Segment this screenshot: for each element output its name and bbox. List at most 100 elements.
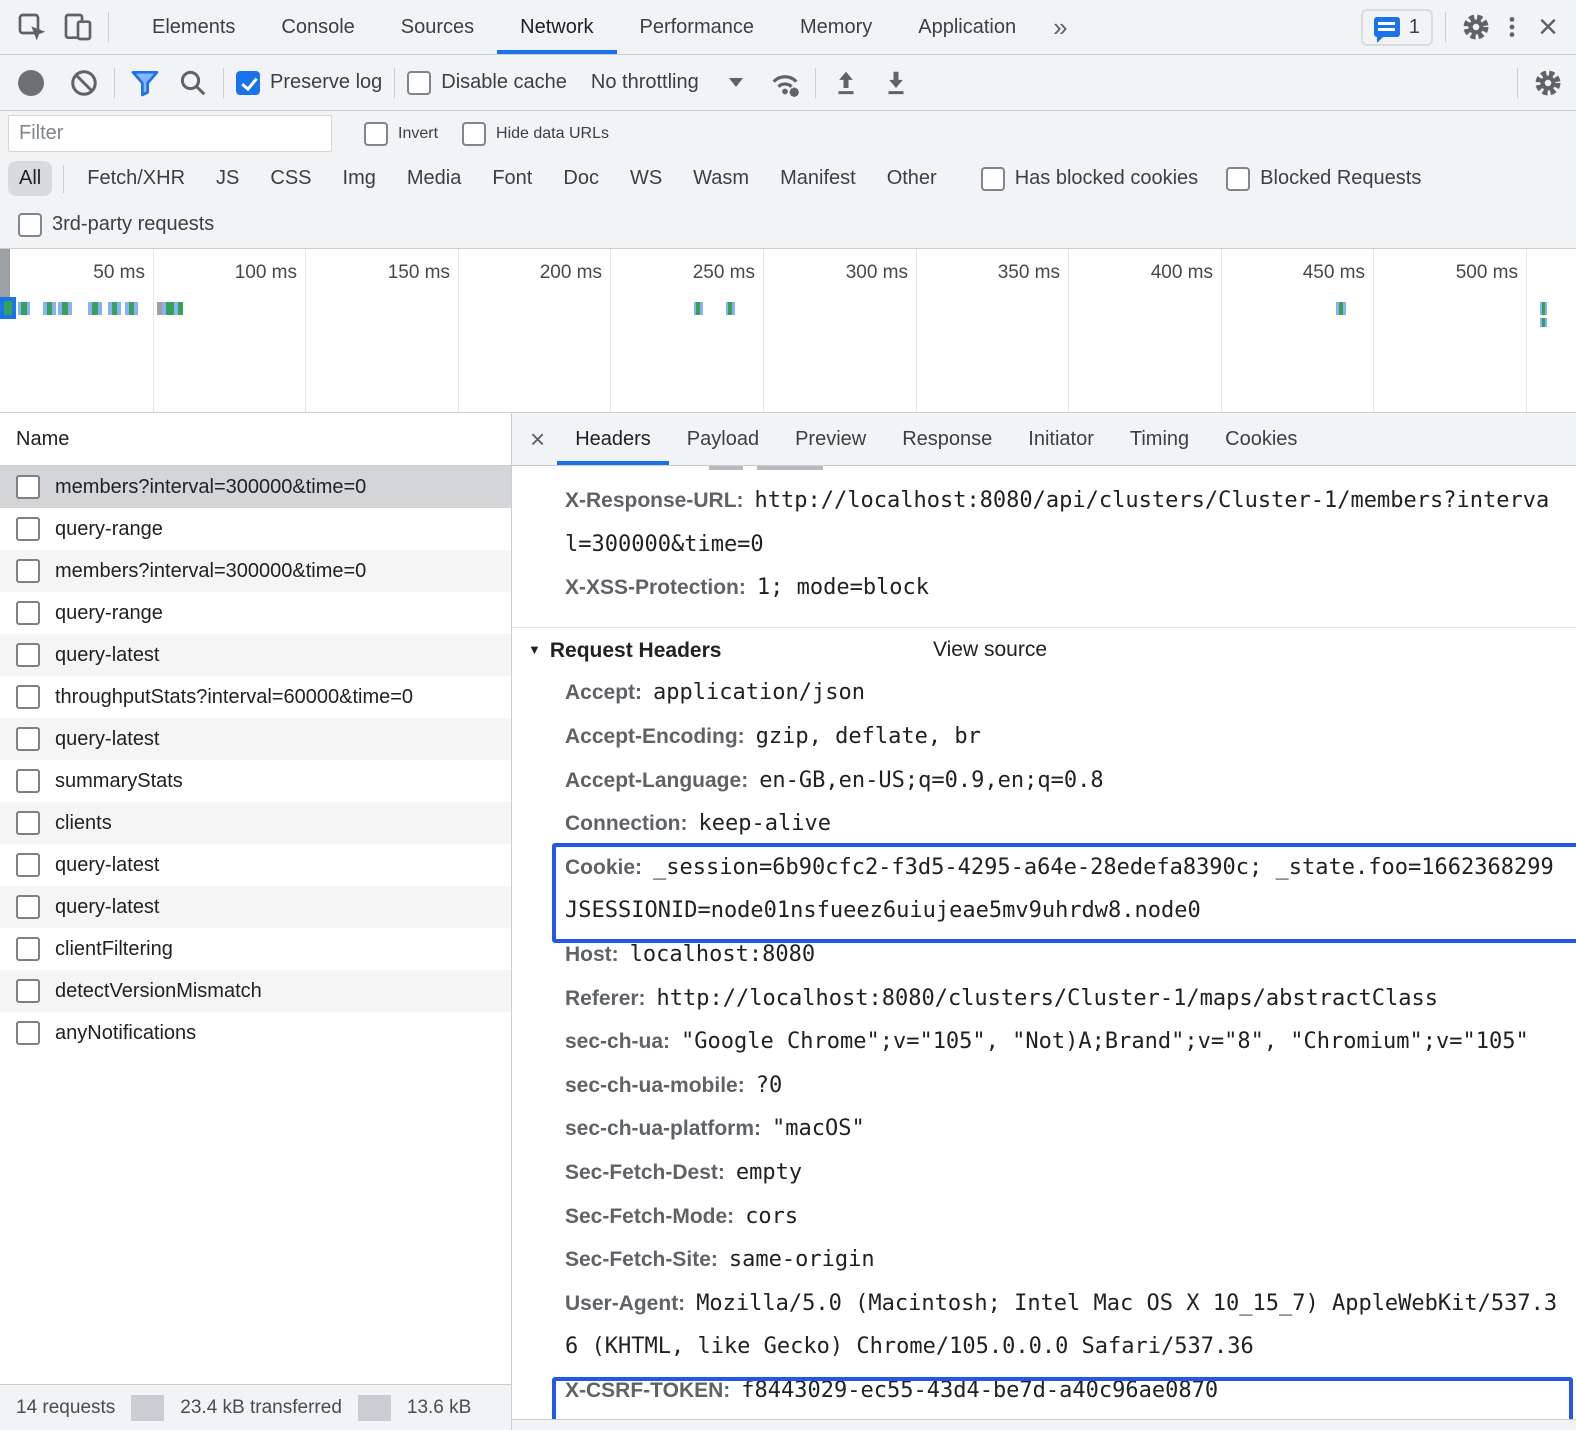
network-overview-timeline[interactable]: 50 ms100 ms150 ms200 ms250 ms300 ms350 m… [0, 249, 1576, 413]
request-checkbox[interactable] [16, 727, 40, 751]
timeline-gridline [1526, 249, 1527, 412]
request-checkbox[interactable] [16, 601, 40, 625]
details-tab-timing[interactable]: Timing [1112, 413, 1207, 465]
request-checkbox[interactable] [16, 475, 40, 499]
tab-elements[interactable]: Elements [129, 0, 258, 54]
request-checkbox[interactable] [16, 937, 40, 961]
inspect-element-icon[interactable] [14, 9, 50, 45]
hide-data-urls-checkbox[interactable] [462, 122, 486, 146]
close-devtools-icon[interactable]: × [1530, 9, 1566, 45]
request-checkbox[interactable] [16, 979, 40, 1003]
divider [63, 165, 64, 193]
request-checkbox[interactable] [16, 895, 40, 919]
devtools-window: ElementsConsoleSourcesNetworkPerformance… [0, 0, 1576, 1430]
type-filter-fetch-xhr[interactable]: Fetch/XHR [76, 161, 196, 196]
request-row[interactable]: throughputStats?interval=60000&time=0 [0, 676, 511, 718]
selected-request-mark [0, 297, 16, 319]
section-title[interactable]: Request Headers [550, 639, 722, 662]
network-settings-gear-icon[interactable] [1530, 65, 1566, 101]
tab-performance[interactable]: Performance [617, 0, 778, 54]
tab-memory[interactable]: Memory [777, 0, 895, 54]
device-toolbar-icon[interactable] [60, 9, 96, 45]
chevron-down-icon[interactable] [729, 78, 743, 87]
more-options-icon[interactable] [1494, 9, 1530, 45]
search-icon[interactable] [175, 65, 211, 101]
request-row[interactable]: query-latest [0, 718, 511, 760]
details-tab-payload[interactable]: Payload [669, 413, 777, 465]
header-line: X-XSS-Protection:1; mode=block [512, 566, 1576, 610]
request-row[interactable]: members?interval=300000&time=0 [0, 550, 511, 592]
details-tab-initiator[interactable]: Initiator [1010, 413, 1112, 465]
tab-sources[interactable]: Sources [378, 0, 497, 54]
type-filter-js[interactable]: JS [205, 161, 250, 196]
request-checkbox[interactable] [16, 1021, 40, 1045]
request-row[interactable]: summaryStats [0, 760, 511, 802]
name-column-header[interactable]: Name [0, 413, 511, 466]
request-checkbox[interactable] [16, 517, 40, 541]
request-row[interactable]: query-latest [0, 886, 511, 928]
request-row[interactable]: clientFiltering [0, 928, 511, 970]
header-line: Accept-Language:en-GB,en-US;q=0.9,en;q=0… [512, 759, 1576, 803]
request-row[interactable]: query-range [0, 592, 511, 634]
details-tab-response[interactable]: Response [884, 413, 1010, 465]
request-row[interactable]: query-range [0, 508, 511, 550]
network-conditions-icon[interactable] [767, 65, 803, 101]
settings-gear-icon[interactable] [1458, 9, 1494, 45]
timeline-tick-label: 200 ms [470, 262, 602, 284]
triangle-down-icon[interactable]: ▼ [528, 642, 541, 657]
record-network-log-icon[interactable] [18, 70, 44, 96]
horizontal-scrollbar-track[interactable] [512, 1419, 1576, 1430]
type-filter-manifest[interactable]: Manifest [769, 161, 867, 196]
timeline-gridline [153, 249, 154, 412]
tab-application[interactable]: Application [895, 0, 1039, 54]
tab-network[interactable]: Network [497, 0, 616, 54]
request-checkbox[interactable] [16, 811, 40, 835]
type-filter-font[interactable]: Font [481, 161, 543, 196]
filter-funnel-icon[interactable] [127, 65, 163, 101]
type-filter-all[interactable]: All [8, 161, 52, 196]
third-party-checkbox[interactable] [18, 213, 42, 237]
request-checkbox[interactable] [16, 685, 40, 709]
type-filter-css[interactable]: CSS [259, 161, 322, 196]
details-tab-preview[interactable]: Preview [777, 413, 884, 465]
throttling-select[interactable]: No throttling [591, 71, 699, 94]
request-row[interactable]: query-latest [0, 634, 511, 676]
details-tab-cookies[interactable]: Cookies [1207, 413, 1315, 465]
clear-network-log-icon[interactable] [66, 65, 102, 101]
tab-console[interactable]: Console [258, 0, 377, 54]
disable-cache-checkbox[interactable] [407, 71, 431, 95]
type-filter-media[interactable]: Media [396, 161, 472, 196]
request-row[interactable]: detectVersionMismatch [0, 970, 511, 1012]
view-source-link[interactable]: View source [933, 628, 1047, 672]
import-har-icon[interactable] [828, 65, 864, 101]
request-row[interactable]: anyNotifications [0, 1012, 511, 1054]
request-row[interactable]: members?interval=300000&time=0 [0, 466, 511, 508]
details-tab-headers[interactable]: Headers [557, 413, 669, 465]
type-filter-other[interactable]: Other [876, 161, 948, 196]
divider [1445, 12, 1446, 42]
type-filter-ws[interactable]: WS [619, 161, 673, 196]
console-messages-badge[interactable]: 1 [1361, 9, 1433, 46]
timeline-gridline [458, 249, 459, 412]
request-checkbox[interactable] [16, 853, 40, 877]
filter-input[interactable] [8, 115, 332, 152]
request-row[interactable]: query-latest [0, 844, 511, 886]
waterfall-mark [108, 302, 121, 315]
has-blocked-cookies-checkbox[interactable] [981, 167, 1005, 191]
type-filter-wasm[interactable]: Wasm [682, 161, 760, 196]
more-tabs-icon[interactable]: » [1053, 12, 1067, 43]
blocked-requests-checkbox[interactable] [1226, 167, 1250, 191]
invert-checkbox[interactable] [364, 122, 388, 146]
preserve-log-checkbox[interactable] [236, 71, 260, 95]
type-filter-doc[interactable]: Doc [552, 161, 610, 196]
timeline-tick-label: 250 ms [623, 262, 755, 284]
export-har-icon[interactable] [878, 65, 914, 101]
request-checkbox[interactable] [16, 559, 40, 583]
request-checkbox[interactable] [16, 643, 40, 667]
type-filter-img[interactable]: Img [332, 161, 387, 196]
request-name: summaryStats [55, 770, 183, 793]
request-checkbox[interactable] [16, 769, 40, 793]
close-details-icon[interactable]: × [530, 424, 545, 455]
request-name: clientFiltering [55, 938, 173, 961]
request-row[interactable]: clients [0, 802, 511, 844]
